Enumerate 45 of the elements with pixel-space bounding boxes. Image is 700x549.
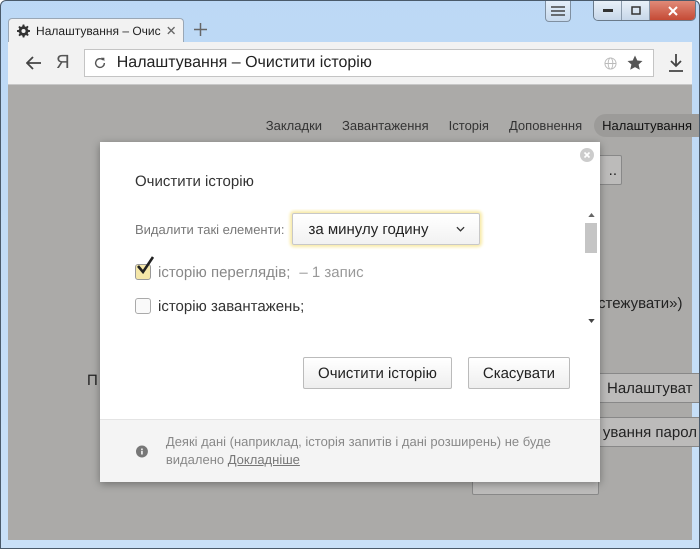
clear-history-button[interactable]: Очистити історію [303,357,452,389]
gear-icon [17,24,30,38]
dialog-title: Очистити історію [135,173,254,191]
browser-logo[interactable]: Я [56,52,70,74]
minimize-icon [602,8,612,12]
info-note: Деякі дані (наприклад, історія запитів і дані розширень) не буде видалено Докладніше [166,433,552,469]
tab-title: Налаштування – Очис [36,24,161,38]
plus-icon[interactable] [194,23,207,36]
item-count: – 1 запис [299,264,364,280]
settings-tab[interactable]: Закладки [258,114,330,137]
download-icon[interactable] [668,54,684,72]
privacy-text: стежувати») [598,295,682,312]
settings-tab[interactable]: Завантаження [334,114,437,137]
scrollbar-thumb[interactable] [585,223,597,253]
scroll-up-icon[interactable] [588,213,594,217]
menu-icon [551,6,565,16]
menu-button[interactable] [545,1,571,22]
settings-tab[interactable]: Історія [440,114,497,137]
checkbox-label: історію переглядів; [158,264,290,280]
checkbox[interactable] [135,298,151,314]
info-icon [136,444,148,458]
close-icon[interactable] [166,26,175,35]
close-icon [668,6,678,16]
chevron-icon [456,226,466,232]
maximize-icon [630,6,640,15]
settings-tab[interactable]: Доповнення [500,114,590,137]
settings-button[interactable]: Налаштуват [598,373,699,403]
scroll-down-icon[interactable] [588,319,594,323]
close-button[interactable] [650,1,695,20]
minimize-button[interactable] [594,1,622,20]
globe-icon [604,56,617,70]
checkmark-icon [135,256,155,276]
browser-tab[interactable]: Налаштування – Очис [8,18,184,42]
star-icon[interactable] [627,55,643,71]
maximize-button[interactable] [622,1,650,20]
learn-more-link[interactable]: Докладніше [228,452,300,467]
section-label: П [87,372,98,389]
delete-label: Видалити такі елементи: [135,222,284,236]
checkbox-label: історію завантажень; [158,298,304,314]
address-field[interactable]: Налаштування – Очистити історію [84,49,654,77]
cancel-button[interactable]: Скасувати [468,357,570,389]
back-icon[interactable] [26,56,42,70]
reload-icon[interactable] [92,56,107,70]
settings-tab[interactable]: Налаштування [594,114,699,137]
period-dropdown[interactable]: за минулу годину [292,213,480,245]
